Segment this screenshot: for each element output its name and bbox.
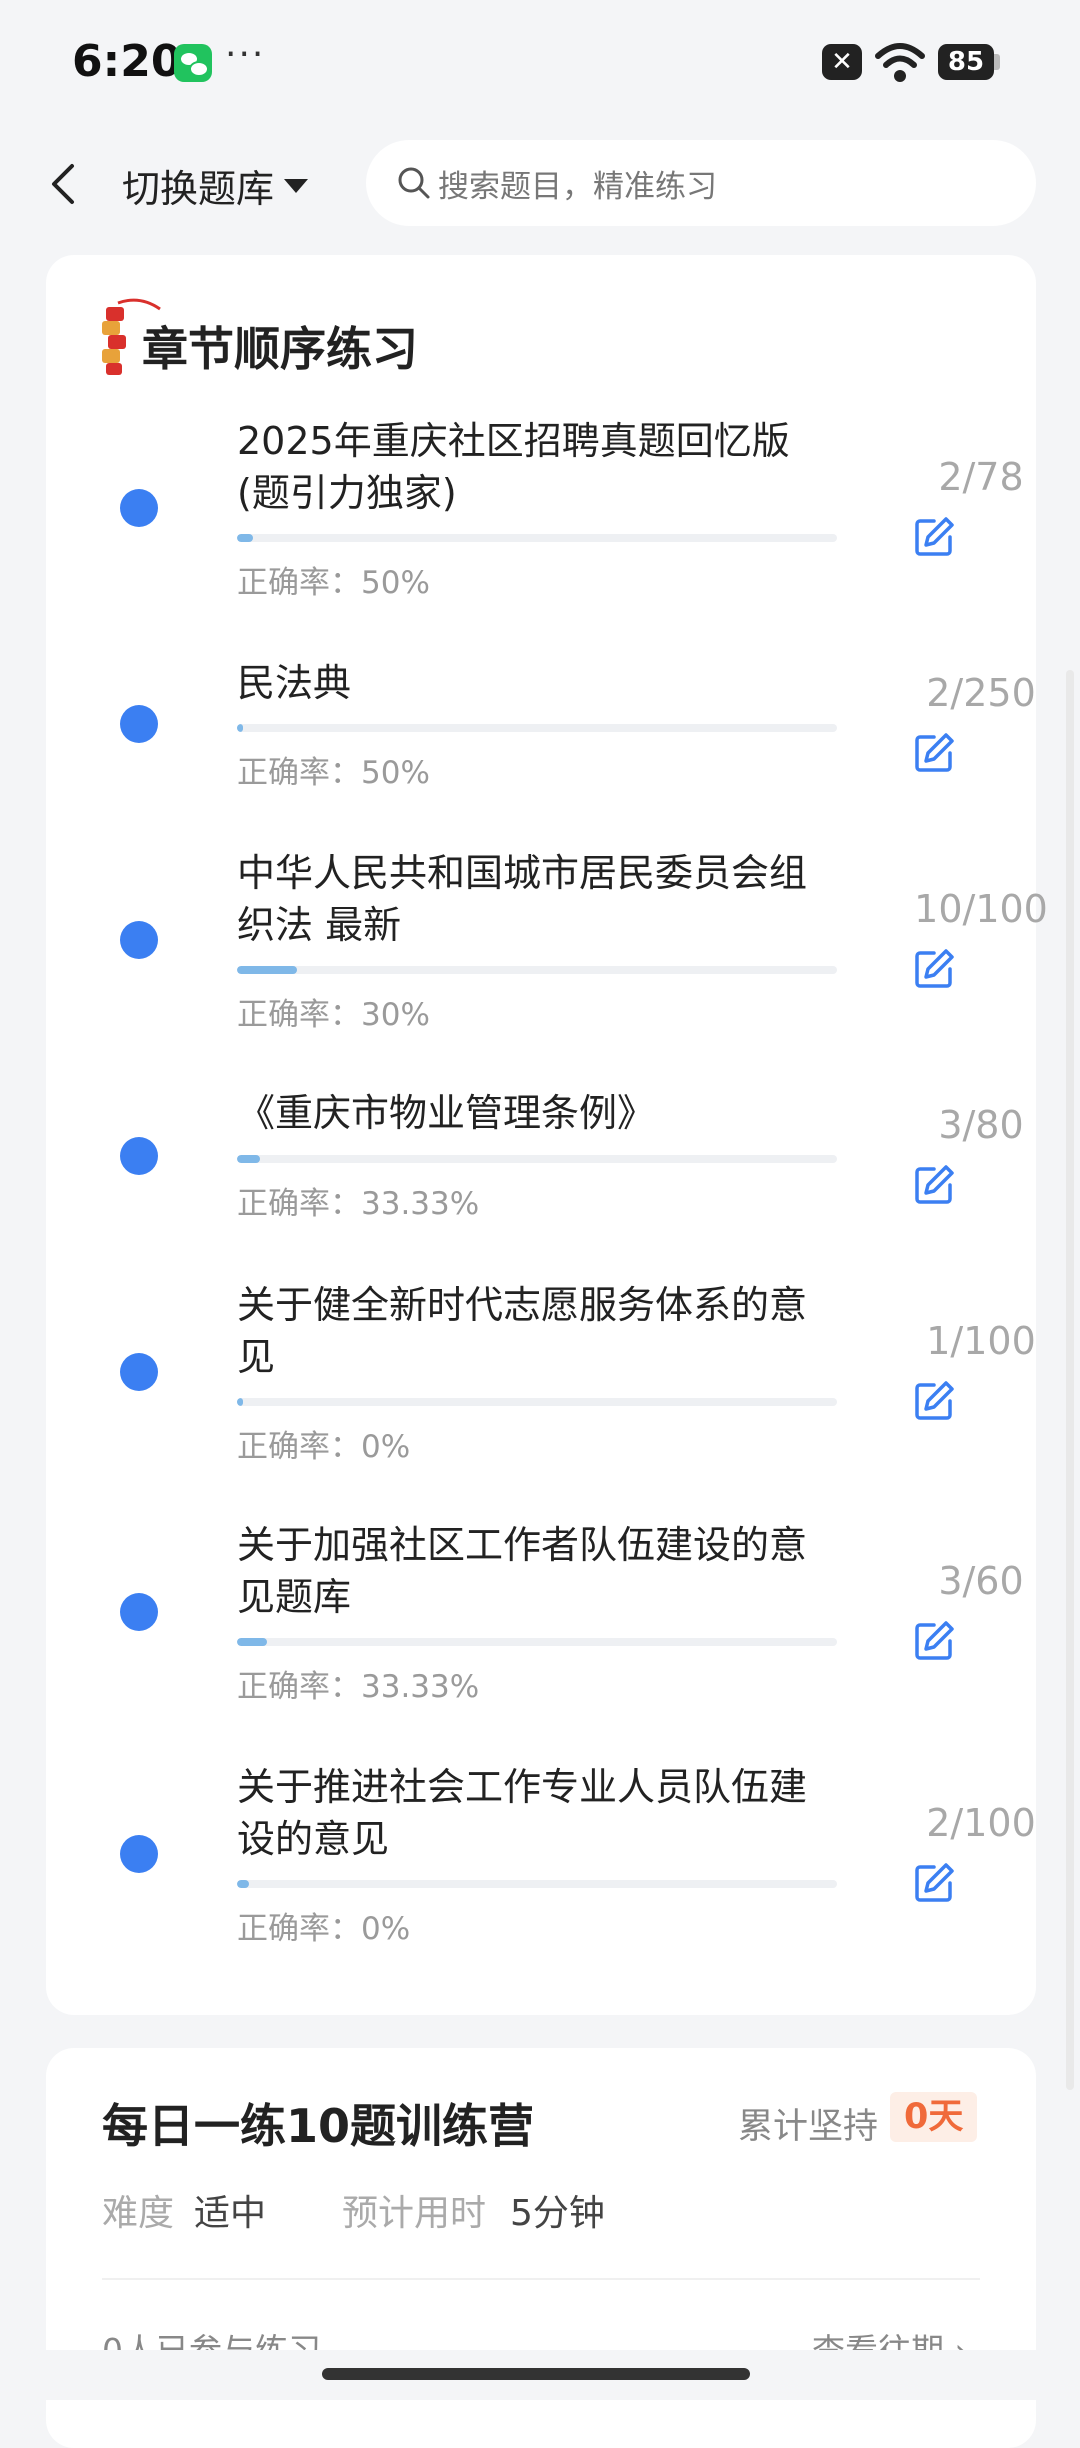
progress-count: 2/100 <box>926 1801 1036 1845</box>
progress-fill <box>237 1638 267 1646</box>
chapter-practice-title: 章节顺序练习 <box>142 322 418 376</box>
difficulty-label: 难度 <box>102 2193 175 2234</box>
daily-practice-title: 每日一练10题训练营 <box>102 2099 535 2153</box>
progress-bar <box>237 1398 837 1406</box>
streak-badge: 0天 <box>890 2092 978 2142</box>
home-indicator[interactable] <box>322 2368 750 2380</box>
item-dot <box>120 1353 158 1391</box>
progress-bar <box>237 966 837 974</box>
chapter-item-title: 《重庆市物业管理条例》 <box>237 1091 656 1135</box>
item-dot <box>120 1593 158 1631</box>
chevron-left-icon[interactable] <box>44 160 84 208</box>
progress-fill <box>237 1155 260 1163</box>
difficulty-value: 适中 <box>194 2193 267 2234</box>
item-dot <box>120 921 158 959</box>
progress-count: 3/80 <box>938 1103 1024 1147</box>
progress-count: 2/250 <box>926 671 1036 715</box>
accuracy-text: 正确率：50% <box>237 755 430 791</box>
edit-icon[interactable] <box>912 731 956 775</box>
chapter-item-title: 2025年重庆社区招聘真题回忆版(题引力独家) <box>237 419 790 515</box>
progress-bar <box>237 1638 837 1646</box>
chapter-item-title: 关于健全新时代志愿服务体系的意见 <box>237 1283 808 1379</box>
accuracy-text: 正确率：30% <box>237 997 430 1033</box>
edit-icon[interactable] <box>912 1861 956 1905</box>
divider <box>102 2278 980 2280</box>
progress-bar <box>237 724 837 732</box>
status-bar: 6:20 ··· ✕ 85 <box>0 0 1080 130</box>
edit-icon[interactable] <box>912 515 956 559</box>
item-dot <box>120 1835 158 1873</box>
progress-bar <box>237 1155 837 1163</box>
battery-icon: 85 <box>938 44 994 80</box>
more-dots-icon: ··· <box>225 34 266 75</box>
search-input[interactable]: 搜索题目，精准练习 <box>366 140 1036 226</box>
progress-count: 3/60 <box>938 1559 1024 1603</box>
wifi-icon <box>875 43 925 82</box>
progress-count: 1/100 <box>926 1319 1036 1363</box>
progress-count: 2/78 <box>938 455 1024 499</box>
chapter-item-title: 关于加强社区工作者队伍建设的意见题库 <box>237 1523 808 1619</box>
caret-down-icon <box>284 178 309 193</box>
switch-question-bank-button[interactable]: 切换题库 <box>122 158 309 213</box>
estimated-time-label: 预计用时 <box>342 2193 487 2234</box>
edit-icon[interactable] <box>912 1619 956 1663</box>
close-notify-icon: ✕ <box>822 44 862 80</box>
accuracy-text: 正确率：33.33% <box>237 1669 480 1705</box>
progress-fill <box>237 966 297 974</box>
chapter-item-title: 中华人民共和国城市居民委员会组织法 最新 <box>237 851 808 947</box>
search-placeholder: 搜索题目，精准练习 <box>438 168 717 205</box>
item-dot <box>120 1137 158 1175</box>
edit-icon[interactable] <box>912 1163 956 1207</box>
edit-icon[interactable] <box>912 1379 956 1423</box>
item-dot <box>120 489 158 527</box>
accuracy-text: 正确率：50% <box>237 565 430 601</box>
scrollbar[interactable] <box>1066 670 1074 2090</box>
progress-bar <box>237 534 837 542</box>
chapter-item-title: 关于推进社会工作专业人员队伍建设的意见 <box>237 1765 808 1861</box>
streak-label: 累计坚持 <box>738 2107 879 2147</box>
edit-icon[interactable] <box>912 947 956 991</box>
accuracy-text: 正确率：0% <box>237 1911 411 1947</box>
accuracy-text: 正确率：0% <box>237 1429 411 1465</box>
progress-count: 10/100 <box>914 887 1048 931</box>
switch-bank-label: 切换题库 <box>122 167 275 211</box>
wechat-icon <box>174 44 212 82</box>
search-icon <box>398 167 430 199</box>
progress-fill <box>237 1398 243 1406</box>
item-dot <box>120 705 158 743</box>
progress-fill <box>237 534 253 542</box>
battery-tip <box>994 54 1000 70</box>
status-time: 6:20 <box>72 36 182 87</box>
accuracy-text: 正确率：33.33% <box>237 1186 480 1222</box>
progress-fill <box>237 1880 249 1888</box>
top-header: 切换题库 搜索题目，精准练习 <box>0 130 1080 248</box>
chapter-practice-card: 章节顺序练习 2025年重庆社区招聘真题回忆版(题引力独家) 正确率：50% 2… <box>46 255 1048 2015</box>
chapter-item-title: 民法典 <box>237 661 352 705</box>
estimated-time-value: 5分钟 <box>510 2193 605 2234</box>
progress-fill <box>237 724 243 732</box>
progress-bar <box>237 1880 837 1888</box>
